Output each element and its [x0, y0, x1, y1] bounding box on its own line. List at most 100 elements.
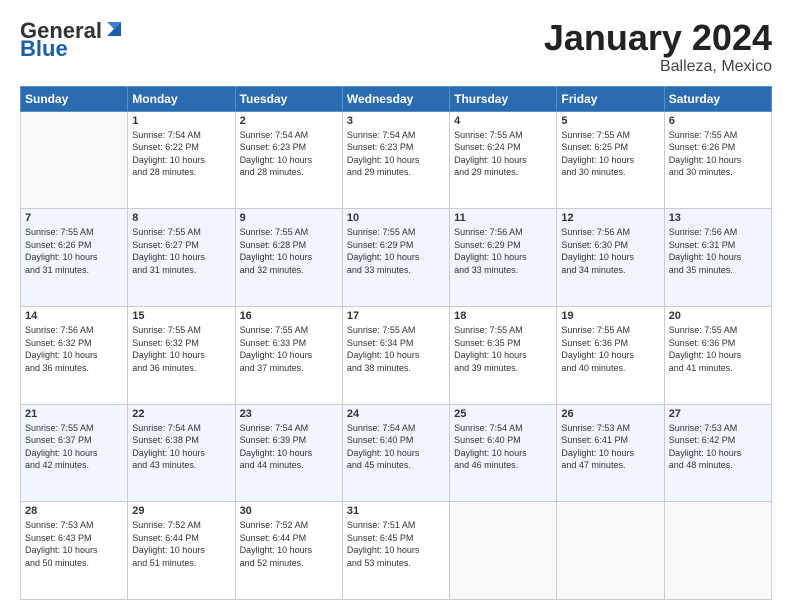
day-number: 29	[132, 505, 230, 517]
day-number: 9	[240, 212, 338, 224]
day-number: 30	[240, 505, 338, 517]
calendar-cell: 4 Sunrise: 7:55 AM Sunset: 6:24 PM Daylig…	[450, 111, 557, 209]
day-number: 10	[347, 212, 445, 224]
day-number: 1	[132, 115, 230, 127]
calendar-cell: 15 Sunrise: 7:55 AM Sunset: 6:32 PM Dayli…	[128, 306, 235, 404]
day-number: 2	[240, 115, 338, 127]
page: General Blue January 2024 Balleza, Mexic…	[0, 0, 792, 612]
day-info: Sunrise: 7:55 AM Sunset: 6:36 PM Dayligh…	[669, 324, 767, 374]
day-info: Sunrise: 7:54 AM Sunset: 6:22 PM Dayligh…	[132, 129, 230, 179]
calendar-cell: 13 Sunrise: 7:56 AM Sunset: 6:31 PM Dayli…	[664, 209, 771, 307]
calendar-cell: 20 Sunrise: 7:55 AM Sunset: 6:36 PM Dayli…	[664, 306, 771, 404]
day-number: 22	[132, 408, 230, 420]
calendar-cell: 5 Sunrise: 7:55 AM Sunset: 6:25 PM Daylig…	[557, 111, 664, 209]
day-info: Sunrise: 7:55 AM Sunset: 6:24 PM Dayligh…	[454, 129, 552, 179]
week-row-0: 1 Sunrise: 7:54 AM Sunset: 6:22 PM Daylig…	[21, 111, 772, 209]
day-info: Sunrise: 7:53 AM Sunset: 6:41 PM Dayligh…	[561, 422, 659, 472]
day-info: Sunrise: 7:55 AM Sunset: 6:33 PM Dayligh…	[240, 324, 338, 374]
day-number: 15	[132, 310, 230, 322]
calendar-cell: 14Sunrise: 7:56 AM Sunset: 6:32 PM Dayli…	[21, 306, 128, 404]
day-info: Sunrise: 7:55 AM Sunset: 6:28 PM Dayligh…	[240, 226, 338, 276]
header: General Blue January 2024 Balleza, Mexic…	[20, 18, 772, 76]
calendar-table: Sunday Monday Tuesday Wednesday Thursday…	[20, 86, 772, 600]
day-info: Sunrise: 7:55 AM Sunset: 6:32 PM Dayligh…	[132, 324, 230, 374]
calendar-cell: 30 Sunrise: 7:52 AM Sunset: 6:44 PM Dayli…	[235, 502, 342, 600]
logo-bird-icon	[103, 18, 125, 40]
calendar-cell	[664, 502, 771, 600]
col-wednesday: Wednesday	[342, 86, 449, 111]
day-number: 25	[454, 408, 552, 420]
calendar-cell: 28 Sunrise: 7:53 AM Sunset: 6:43 PM Dayli…	[21, 502, 128, 600]
calendar-cell: 29 Sunrise: 7:52 AM Sunset: 6:44 PM Dayli…	[128, 502, 235, 600]
day-number: 4	[454, 115, 552, 127]
calendar-cell: 2 Sunrise: 7:54 AM Sunset: 6:23 PM Daylig…	[235, 111, 342, 209]
day-number: 14	[25, 310, 123, 322]
calendar-cell	[557, 502, 664, 600]
day-number: 12	[561, 212, 659, 224]
calendar-cell: 10 Sunrise: 7:55 AM Sunset: 6:29 PM Dayli…	[342, 209, 449, 307]
day-number: 17	[347, 310, 445, 322]
day-number: 3	[347, 115, 445, 127]
day-number: 20	[669, 310, 767, 322]
day-number: 18	[454, 310, 552, 322]
day-info: Sunrise: 7:52 AM Sunset: 6:44 PM Dayligh…	[240, 519, 338, 569]
day-info: Sunrise: 7:55 AM Sunset: 6:36 PM Dayligh…	[561, 324, 659, 374]
col-friday: Friday	[557, 86, 664, 111]
day-info: Sunrise: 7:54 AM Sunset: 6:23 PM Dayligh…	[347, 129, 445, 179]
day-info: Sunrise: 7:54 AM Sunset: 6:23 PM Dayligh…	[240, 129, 338, 179]
week-row-1: 7 Sunrise: 7:55 AM Sunset: 6:26 PM Daylig…	[21, 209, 772, 307]
calendar-cell	[450, 502, 557, 600]
day-info: Sunrise: 7:56 AM Sunset: 6:31 PM Dayligh…	[669, 226, 767, 276]
day-info: Sunrise: 7:55 AM Sunset: 6:25 PM Dayligh…	[561, 129, 659, 179]
calendar-cell: 17Sunrise: 7:55 AM Sunset: 6:34 PM Dayli…	[342, 306, 449, 404]
day-info: Sunrise: 7:55 AM Sunset: 6:37 PM Dayligh…	[25, 422, 123, 472]
week-row-2: 14Sunrise: 7:56 AM Sunset: 6:32 PM Dayli…	[21, 306, 772, 404]
day-info: Sunrise: 7:53 AM Sunset: 6:42 PM Dayligh…	[669, 422, 767, 472]
day-info: Sunrise: 7:56 AM Sunset: 6:30 PM Dayligh…	[561, 226, 659, 276]
calendar-cell: 11Sunrise: 7:56 AM Sunset: 6:29 PM Dayli…	[450, 209, 557, 307]
day-number: 11	[454, 212, 552, 224]
day-number: 8	[132, 212, 230, 224]
day-number: 31	[347, 505, 445, 517]
logo: General Blue	[20, 18, 125, 62]
calendar-cell: 21 Sunrise: 7:55 AM Sunset: 6:37 PM Dayli…	[21, 404, 128, 502]
calendar-cell: 24 Sunrise: 7:54 AM Sunset: 6:40 PM Dayli…	[342, 404, 449, 502]
week-row-4: 28 Sunrise: 7:53 AM Sunset: 6:43 PM Dayli…	[21, 502, 772, 600]
col-monday: Monday	[128, 86, 235, 111]
day-info: Sunrise: 7:55 AM Sunset: 6:26 PM Dayligh…	[669, 129, 767, 179]
calendar-cell: 7 Sunrise: 7:55 AM Sunset: 6:26 PM Daylig…	[21, 209, 128, 307]
logo-blue: Blue	[20, 36, 68, 62]
day-info: Sunrise: 7:55 AM Sunset: 6:35 PM Dayligh…	[454, 324, 552, 374]
calendar-cell: 9 Sunrise: 7:55 AM Sunset: 6:28 PM Daylig…	[235, 209, 342, 307]
day-info: Sunrise: 7:55 AM Sunset: 6:26 PM Dayligh…	[25, 226, 123, 276]
calendar-cell: 18 Sunrise: 7:55 AM Sunset: 6:35 PM Dayli…	[450, 306, 557, 404]
day-number: 19	[561, 310, 659, 322]
week-row-3: 21 Sunrise: 7:55 AM Sunset: 6:37 PM Dayli…	[21, 404, 772, 502]
day-number: 24	[347, 408, 445, 420]
day-info: Sunrise: 7:55 AM Sunset: 6:29 PM Dayligh…	[347, 226, 445, 276]
day-number: 5	[561, 115, 659, 127]
day-info: Sunrise: 7:53 AM Sunset: 6:43 PM Dayligh…	[25, 519, 123, 569]
calendar-cell: 26Sunrise: 7:53 AM Sunset: 6:41 PM Dayli…	[557, 404, 664, 502]
day-number: 7	[25, 212, 123, 224]
day-info: Sunrise: 7:55 AM Sunset: 6:27 PM Dayligh…	[132, 226, 230, 276]
calendar-cell: 31 Sunrise: 7:51 AM Sunset: 6:45 PM Dayli…	[342, 502, 449, 600]
calendar-cell: 1 Sunrise: 7:54 AM Sunset: 6:22 PM Daylig…	[128, 111, 235, 209]
calendar-cell	[21, 111, 128, 209]
calendar-cell: 23Sunrise: 7:54 AM Sunset: 6:39 PM Dayli…	[235, 404, 342, 502]
day-number: 28	[25, 505, 123, 517]
day-number: 23	[240, 408, 338, 420]
day-number: 21	[25, 408, 123, 420]
day-number: 13	[669, 212, 767, 224]
calendar-cell: 12 Sunrise: 7:56 AM Sunset: 6:30 PM Dayli…	[557, 209, 664, 307]
main-title: January 2024	[544, 18, 772, 58]
col-tuesday: Tuesday	[235, 86, 342, 111]
col-saturday: Saturday	[664, 86, 771, 111]
col-sunday: Sunday	[21, 86, 128, 111]
calendar-cell: 19 Sunrise: 7:55 AM Sunset: 6:36 PM Dayli…	[557, 306, 664, 404]
subtitle: Balleza, Mexico	[544, 58, 772, 76]
calendar-cell: 6Sunrise: 7:55 AM Sunset: 6:26 PM Daylig…	[664, 111, 771, 209]
day-info: Sunrise: 7:51 AM Sunset: 6:45 PM Dayligh…	[347, 519, 445, 569]
day-info: Sunrise: 7:54 AM Sunset: 6:40 PM Dayligh…	[347, 422, 445, 472]
day-info: Sunrise: 7:52 AM Sunset: 6:44 PM Dayligh…	[132, 519, 230, 569]
